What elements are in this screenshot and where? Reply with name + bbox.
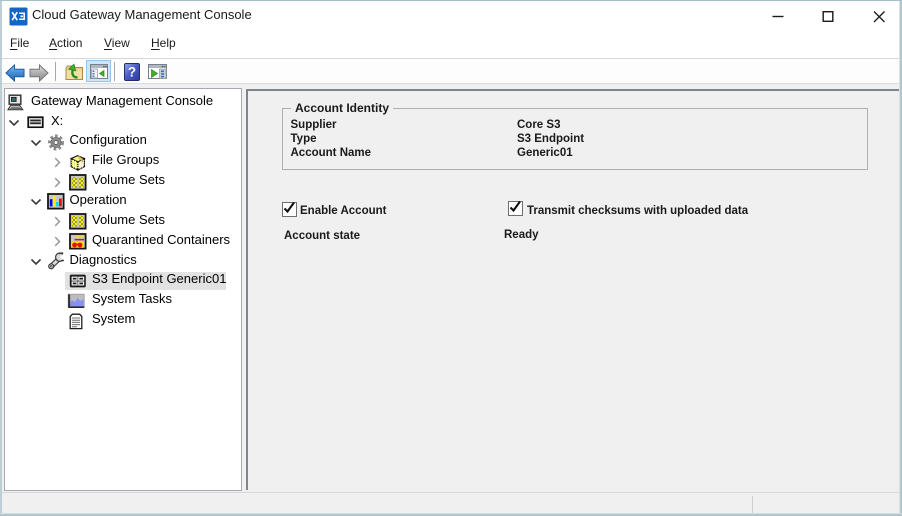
svg-text:?: ? — [128, 65, 136, 80]
